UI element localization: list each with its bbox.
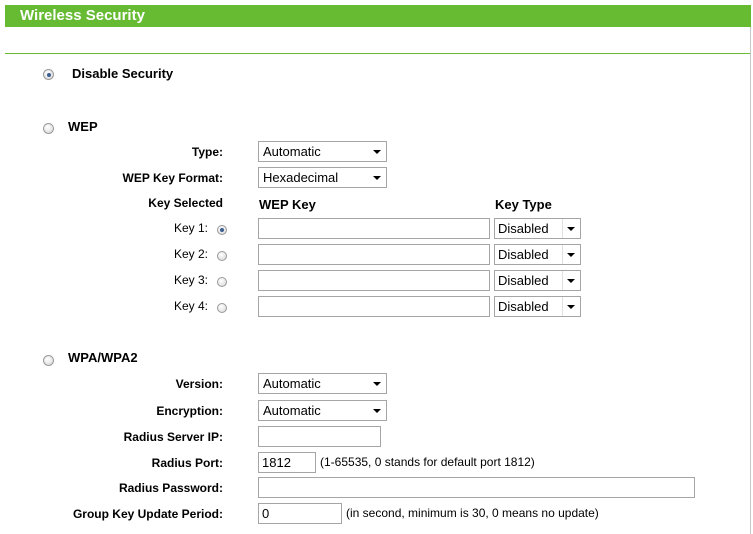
key-4-input[interactable] — [258, 296, 490, 317]
select-separator — [562, 219, 563, 238]
wep-radio[interactable] — [43, 123, 54, 134]
chevron-down-icon — [567, 227, 575, 231]
key-4-label: Key 4: — [173, 299, 208, 313]
wpa-encryption-value: Automatic — [263, 403, 321, 418]
key-1-radio[interactable] — [217, 225, 227, 235]
chevron-down-icon — [567, 305, 575, 309]
wep-key-format-select[interactable]: Hexadecimal — [258, 167, 387, 188]
key-4-type-value: Disabled — [498, 299, 549, 314]
key-3-input[interactable] — [258, 270, 490, 291]
group-key-update-period-hint: (in second, minimum is 30, 0 means no up… — [346, 506, 599, 520]
wep-key-format-label: WEP Key Format: — [122, 171, 223, 185]
key-type-header: Key Type — [495, 197, 552, 212]
page-title: Wireless Security — [20, 7, 145, 24]
group-key-update-period-label: Group Key Update Period: — [72, 507, 223, 521]
key-2-radio[interactable] — [217, 251, 227, 261]
wpa-version-value: Automatic — [263, 376, 321, 391]
disable-security-radio[interactable] — [43, 69, 54, 80]
group-key-update-period-value: 0 — [262, 506, 270, 521]
key-1-input[interactable] — [258, 218, 490, 239]
select-separator — [562, 297, 563, 316]
key-3-type-select[interactable]: Disabled — [494, 270, 581, 291]
key-4-type-select[interactable]: Disabled — [494, 296, 581, 317]
radius-password-input[interactable] — [258, 477, 695, 498]
chevron-down-icon — [373, 409, 381, 413]
key-3-type-value: Disabled — [498, 273, 549, 288]
chevron-down-icon — [567, 279, 575, 283]
wep-type-value: Automatic — [263, 144, 321, 159]
key-2-label: Key 2: — [173, 247, 208, 261]
wep-key-format-value: Hexadecimal — [263, 170, 339, 185]
key-1-type-select[interactable]: Disabled — [494, 218, 581, 239]
wpa-encryption-label: Encryption: — [156, 404, 223, 418]
key-3-radio[interactable] — [217, 277, 227, 287]
select-separator — [562, 245, 563, 264]
right-border — [750, 27, 751, 534]
key-1-label: Key 1: — [173, 221, 208, 235]
chevron-down-icon — [373, 176, 381, 180]
radius-password-label: Radius Password: — [118, 481, 223, 495]
key-2-input[interactable] — [258, 244, 490, 265]
key-2-type-value: Disabled — [498, 247, 549, 262]
disable-security-label: Disable Security — [72, 66, 174, 81]
wep-type-label: Type: — [191, 145, 223, 159]
wep-key-header: WEP Key — [259, 197, 316, 212]
chevron-down-icon — [373, 150, 381, 154]
key-1-type-value: Disabled — [498, 221, 549, 236]
wep-type-select[interactable]: Automatic — [258, 141, 387, 162]
select-separator — [562, 271, 563, 290]
key-2-type-select[interactable]: Disabled — [494, 244, 581, 265]
key-3-label: Key 3: — [173, 273, 208, 287]
section-header: Wireless Security — [5, 5, 751, 27]
radius-port-value: 1812 — [262, 455, 291, 470]
wpa-label: WPA/WPA2 — [68, 350, 138, 365]
radius-server-ip-input[interactable] — [258, 426, 381, 447]
key-4-radio[interactable] — [217, 303, 227, 313]
group-key-update-period-input[interactable]: 0 — [258, 503, 342, 524]
wpa-version-label: Version: — [175, 377, 223, 391]
chevron-down-icon — [373, 382, 381, 386]
chevron-down-icon — [567, 253, 575, 257]
wpa-radio[interactable] — [43, 355, 54, 366]
wpa-encryption-select[interactable]: Automatic — [258, 400, 387, 421]
radius-port-input[interactable]: 1812 — [258, 452, 316, 473]
radius-port-label: Radius Port: — [151, 456, 223, 470]
key-selected-header: Key Selected — [148, 196, 223, 210]
radius-server-ip-label: Radius Server IP: — [123, 430, 223, 444]
header-divider — [5, 53, 751, 54]
wep-label: WEP — [68, 119, 98, 134]
wpa-version-select[interactable]: Automatic — [258, 373, 387, 394]
radius-port-hint: (1-65535, 0 stands for default port 1812… — [320, 455, 535, 469]
